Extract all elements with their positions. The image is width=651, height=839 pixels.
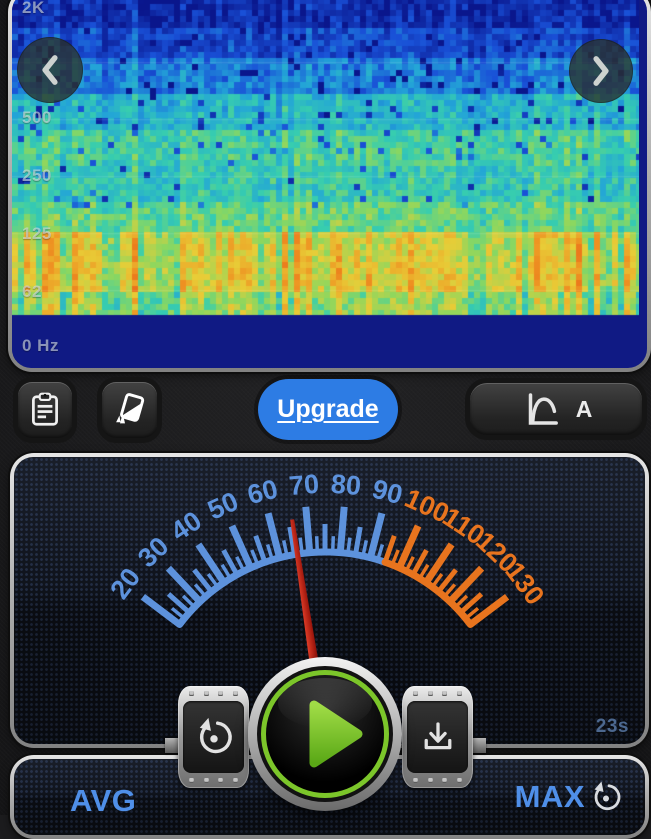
svg-text:60: 60 — [244, 474, 281, 511]
frequency-weighting-button[interactable]: A — [470, 383, 642, 435]
max-reset-button[interactable] — [589, 780, 623, 814]
elapsed-time-label: 23s — [595, 716, 629, 737]
chevron-left-icon — [42, 55, 58, 85]
svg-text:80: 80 — [330, 469, 362, 501]
freq-label: 125 — [22, 224, 52, 243]
play-icon — [309, 700, 363, 768]
rivet-dots — [413, 778, 462, 783]
weighting-curve-icon — [528, 393, 558, 425]
chevron-right-icon — [593, 56, 609, 86]
upgrade-label: Upgrade — [277, 395, 379, 423]
report-button[interactable] — [18, 382, 72, 438]
spectrogram-view[interactable]: 2K 500 250 125 62 0 Hz — [12, 0, 647, 368]
avg-label: AVG — [70, 783, 137, 818]
rivet-dots — [413, 691, 462, 696]
spectrogram-canvas[interactable] — [12, 0, 639, 360]
save-recording-button[interactable] — [402, 686, 473, 788]
download-icon — [424, 722, 451, 750]
svg-text:70: 70 — [288, 469, 320, 501]
reset-session-button[interactable] — [178, 686, 249, 788]
svg-text:20: 20 — [104, 562, 146, 604]
freq-label: 250 — [22, 166, 52, 185]
freq-label: 62 — [22, 282, 42, 301]
play-button[interactable] — [248, 657, 402, 811]
cards-fan-icon — [115, 393, 144, 424]
scroll-right-button[interactable] — [569, 39, 633, 103]
scroll-left-button[interactable] — [17, 37, 83, 103]
rivet-dots — [189, 691, 238, 696]
upgrade-button[interactable]: Upgrade — [258, 379, 398, 440]
weighting-mode-label: A — [575, 395, 593, 422]
svg-text:50: 50 — [203, 486, 243, 526]
max-group: MAX — [515, 779, 623, 815]
svg-text:40: 40 — [165, 505, 207, 547]
spectrogram-panel: 2K 500 250 125 62 0 Hz — [8, 0, 651, 372]
clipboard-icon — [32, 392, 58, 426]
max-label: MAX — [514, 779, 585, 814]
freq-label: 0 Hz — [22, 336, 59, 355]
more-apps-button[interactable] — [102, 382, 157, 438]
svg-text:30: 30 — [132, 531, 174, 573]
freq-label: 2K — [22, 0, 45, 17]
rivet-dots — [189, 778, 238, 783]
reset-icon — [199, 717, 232, 754]
svg-text:90: 90 — [369, 474, 406, 511]
freq-label: 500 — [22, 108, 52, 127]
